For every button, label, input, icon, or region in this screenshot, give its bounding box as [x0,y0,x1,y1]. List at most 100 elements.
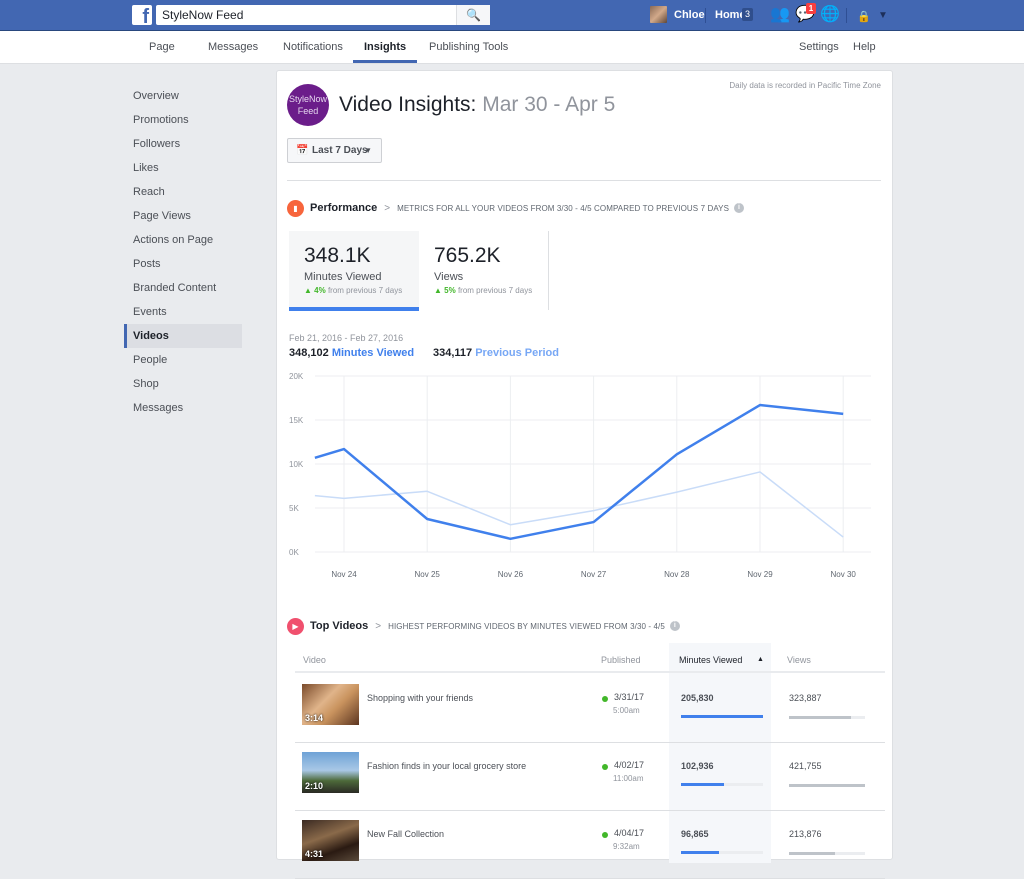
y-tick-label: 20K [289,372,304,381]
bar-chart-icon: ▮ [287,199,304,217]
views-bar-fill [789,716,852,719]
sidebar-item-overview[interactable]: Overview [124,84,242,108]
caret-down-icon[interactable]: ▼ [878,7,888,25]
video-title-link[interactable]: Shopping with your friends [367,693,473,703]
views-bar-fill [789,852,835,855]
views-bar-fill [789,784,865,787]
facebook-logo-icon[interactable]: f [132,5,152,25]
metric-value: 765.2K [434,244,501,267]
sidebar-item-likes[interactable]: Likes [124,156,242,180]
info-icon[interactable]: i [669,621,680,631]
page-nav: Page Messages Notifications Insights Pub… [0,31,1024,64]
nav-help[interactable]: Help [853,41,876,53]
sidebar-item-videos[interactable]: Videos [124,324,242,348]
sidebar-item-followers[interactable]: Followers [124,132,242,156]
sidebar-item-events[interactable]: Events [124,300,242,324]
column-video[interactable]: Video [303,655,326,665]
globe-icon[interactable]: 🌐 [820,6,840,24]
series-line-previous-period [314,471,844,538]
active-tab-indicator [353,60,417,63]
title-text: Video Insights: [339,93,477,116]
sidebar-item-reach[interactable]: Reach [124,180,242,204]
nav-settings[interactable]: Settings [799,41,839,53]
table-row[interactable]: 3:14 Shopping with your friends 3/31/17 5:0… [295,675,885,743]
chevron-right-icon: > [375,620,382,632]
column-published[interactable]: Published [601,655,641,665]
performance-title[interactable]: Performance [310,202,377,214]
timezone-note: Daily data is recorded in Pacific Time Z… [729,81,881,90]
nav-page[interactable]: Page [149,41,175,53]
nav-notifications[interactable]: Notifications [283,41,343,53]
friends-icon[interactable]: 👥 [770,6,790,24]
series-line-minutes-viewed [314,403,844,541]
info-icon[interactable]: i [734,203,745,213]
video-duration: 4:31 [305,849,324,859]
video-thumbnail[interactable]: 3:14 [302,684,359,725]
sidebar-item-messages[interactable]: Messages [124,396,242,420]
table-row[interactable]: 4:31 New Fall Collection 4/04/17 9:32am 96,8… [295,811,885,879]
video-thumbnail[interactable]: 2:10 [302,752,359,793]
x-tick-label: Nov 30 [831,570,857,579]
previous-legend-label: Previous Period [475,347,559,359]
date-range-dropdown[interactable]: 📅 Last 7 Days ▼ [287,138,382,163]
user-name-link[interactable]: Chloe [674,9,705,21]
sidebar-item-page-views[interactable]: Page Views [124,204,242,228]
sidebar-item-people[interactable]: People [124,348,242,372]
arrow-up-icon: ▲ [434,286,442,295]
metric-tab-minutes-viewed[interactable]: 348.1K Minutes Viewed ▲ 4% from previous… [289,231,419,311]
video-title-link[interactable]: New Fall Collection [367,829,444,839]
x-tick-label: Nov 28 [664,570,690,579]
y-tick-label: 10K [289,460,304,469]
metric-change-text: from previous 7 days [327,286,403,295]
column-minutes-viewed[interactable]: Minutes Viewed [679,655,742,665]
nav-publishing-tools[interactable]: Publishing Tools [429,41,508,53]
x-tick-label: Nov 24 [331,570,357,579]
home-link[interactable]: Home [715,9,746,21]
x-tick-label: Nov 29 [747,570,773,579]
y-tick-label: 5K [289,504,299,513]
sidebar-item-branded-content[interactable]: Branded Content [124,276,242,300]
table-row[interactable]: 2:10 Fashion finds in your local grocery … [295,743,885,811]
metric-value: 348.1K [304,244,371,267]
current-legend-label: Minutes Viewed [331,347,415,359]
messages-badge: 1 [806,3,816,14]
nav-messages[interactable]: Messages [208,41,258,53]
y-tick-label: 0K [289,548,299,557]
top-videos-description: HIGHEST PERFORMING VIDEOS BY MINUTES VIE… [388,621,665,631]
performance-description: METRICS FOR ALL YOUR VIDEOS FROM 3/30 - … [397,203,730,213]
title-date-range: Mar 30 - Apr 5 [482,93,616,116]
divider [287,180,881,181]
video-title-link[interactable]: Fashion finds in your local grocery stor… [367,761,526,771]
views-bar [789,852,865,855]
video-insights-card: Daily data is recorded in Pacific Time Z… [276,70,893,879]
lock-icon[interactable]: 🔒 [857,8,871,26]
published-time: 11:00am [613,774,644,783]
divider [548,231,549,310]
views-bar [789,784,865,787]
search-icon[interactable]: 🔍 [456,5,490,25]
home-count-badge: 3 [742,8,753,21]
search-input[interactable]: StyleNow Feed 🔍 [156,5,490,25]
sidebar-item-actions-on-page[interactable]: Actions on Page [124,228,242,252]
published-date: 4/02/17 [614,760,645,770]
search-value[interactable]: StyleNow Feed [162,8,243,22]
divider [846,8,847,23]
user-avatar[interactable] [650,6,667,23]
views-value: 213,876 [789,829,822,839]
minutes-viewed-bar [681,715,763,718]
metric-change-percent: 5% [444,286,456,295]
y-tick-label: 15K [289,416,304,425]
page-title: Video Insights: Mar 30 - Apr 5 [339,93,615,117]
metric-tab-views[interactable]: 765.2K Views ▲ 5% from previous 7 days [419,231,549,311]
published-date: 4/04/17 [614,828,645,838]
minutes-viewed-value: 205,830 [681,693,714,703]
sidebar-item-promotions[interactable]: Promotions [124,108,242,132]
sort-ascending-icon[interactable]: ▲ [757,656,764,663]
video-thumbnail[interactable]: 4:31 [302,820,359,861]
metric-change: ▲ 5% from previous 7 days [434,286,532,295]
top-videos-title[interactable]: Top Videos [310,620,368,632]
sidebar-item-posts[interactable]: Posts [124,252,242,276]
column-views[interactable]: Views [787,655,811,665]
nav-insights[interactable]: Insights [364,41,406,53]
sidebar-item-shop[interactable]: Shop [124,372,242,396]
